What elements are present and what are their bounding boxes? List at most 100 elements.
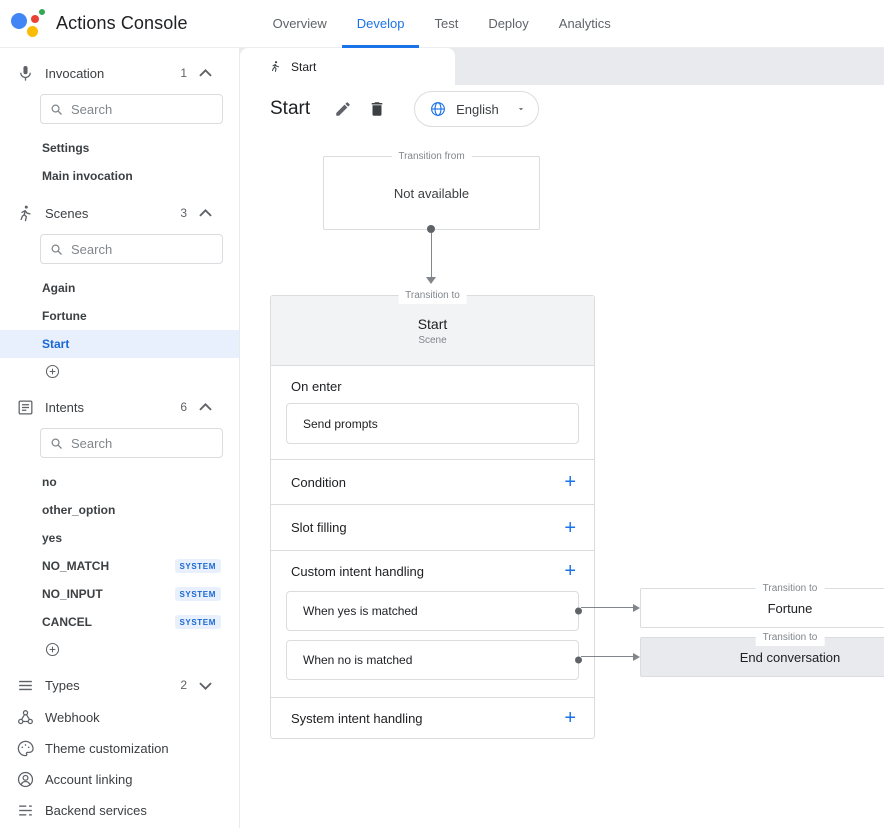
sidebar-item-no-match[interactable]: NO_MATCHSYSTEM	[0, 552, 239, 580]
search-icon	[49, 436, 64, 451]
sidebar-item-start[interactable]: Start	[0, 330, 239, 358]
system-badge: SYSTEM	[175, 559, 222, 573]
scenes-search[interactable]	[40, 234, 223, 264]
condition-row: Condition +	[271, 459, 594, 504]
chevron-up-icon[interactable]	[196, 398, 215, 417]
add-circle-icon[interactable]	[44, 641, 61, 658]
transition-target-end-conversation[interactable]: Transition to End conversation	[640, 637, 884, 677]
sidebar-item-yes[interactable]: yes	[0, 524, 239, 552]
sidebar-item-again[interactable]: Again	[0, 274, 239, 302]
custom-intent-label: Custom intent handling	[291, 564, 424, 579]
condition-label: Condition	[291, 475, 346, 490]
slot-filling-row: Slot filling +	[271, 504, 594, 550]
nav-develop[interactable]: Develop	[342, 0, 420, 48]
add-custom-intent-button[interactable]: +	[560, 561, 580, 581]
invocation-search-input[interactable]	[71, 102, 214, 117]
connector-dot	[575, 608, 582, 615]
scene-icon	[269, 60, 282, 73]
scene-card-subtitle: Scene	[418, 335, 446, 346]
assistant-logo[interactable]	[8, 5, 46, 43]
section-count: 1	[180, 66, 187, 80]
sidebar-section-invocation[interactable]: Invocation 1	[0, 56, 239, 90]
slot-filling-label: Slot filling	[291, 520, 347, 535]
sidebar: Invocation 1 Settings Main invocation Sc…	[0, 48, 240, 828]
handler-when-yes[interactable]: When yes is matched	[286, 591, 579, 631]
sidebar-item-other-option[interactable]: other_option	[0, 496, 239, 524]
transition-from-value: Not available	[394, 186, 469, 201]
add-slot-button[interactable]: +	[560, 518, 580, 538]
send-prompts-button[interactable]: Send prompts	[286, 403, 579, 444]
language-selector[interactable]: English	[414, 91, 539, 127]
section-count: 3	[180, 206, 187, 220]
connector-dot	[575, 657, 582, 664]
sidebar-item-webhook[interactable]: Webhook	[0, 702, 239, 733]
scene-title: Start	[270, 98, 310, 120]
scene-toolbar: Start English	[240, 85, 884, 133]
chevron-down-icon[interactable]	[196, 676, 215, 695]
tab-start[interactable]: Start	[240, 48, 455, 85]
sidebar-item-cancel[interactable]: CANCELSYSTEM	[0, 608, 239, 636]
sidebar-section-types[interactable]: Types 2	[0, 668, 239, 702]
intents-search-input[interactable]	[71, 436, 214, 451]
intents-icon	[16, 398, 35, 417]
system-badge: SYSTEM	[175, 615, 222, 629]
delete-button[interactable]	[368, 100, 386, 118]
add-condition-button[interactable]: +	[560, 472, 580, 492]
scene-card-header: Start Scene	[271, 296, 594, 366]
scene-icon	[16, 204, 35, 223]
scene-card-title: Start	[418, 316, 448, 332]
connector-dot	[427, 225, 435, 233]
chevron-up-icon[interactable]	[196, 64, 215, 83]
sidebar-item-fortune[interactable]: Fortune	[0, 302, 239, 330]
sidebar-item-backend-services[interactable]: Backend services	[0, 795, 239, 826]
nav-deploy[interactable]: Deploy	[473, 0, 543, 48]
add-system-intent-button[interactable]: +	[560, 708, 580, 728]
transition-from-label: Transition from	[391, 149, 471, 165]
scene-canvas: Transition from Not available Transition…	[240, 133, 884, 828]
connector-arrow-right	[581, 656, 638, 657]
nav-overview[interactable]: Overview	[258, 0, 342, 48]
connector-arrow-right	[581, 607, 638, 608]
section-count: 6	[180, 400, 187, 414]
scenes-search-input[interactable]	[71, 242, 214, 257]
target-title: End conversation	[740, 650, 840, 665]
sidebar-item-theme-customization[interactable]: Theme customization	[0, 733, 239, 764]
edit-button[interactable]	[334, 100, 352, 118]
section-label: Types	[45, 678, 80, 693]
add-circle-icon[interactable]	[44, 363, 61, 380]
on-enter-section: On enter Send prompts	[271, 366, 594, 459]
scene-card: Transition to Start Scene On enter Send …	[270, 295, 595, 739]
intents-search[interactable]	[40, 428, 223, 458]
section-label: Scenes	[45, 206, 88, 221]
transition-target-fortune[interactable]: Transition to Fortune	[640, 588, 884, 628]
invocation-search[interactable]	[40, 94, 223, 124]
sidebar-item-settings[interactable]: Settings	[0, 134, 239, 162]
dropdown-caret-icon	[516, 104, 526, 114]
globe-icon	[429, 100, 447, 118]
sidebar-item-no-input[interactable]: NO_INPUTSYSTEM	[0, 580, 239, 608]
sidebar-section-scenes[interactable]: Scenes 3	[0, 196, 239, 230]
add-intent-row	[0, 636, 239, 662]
system-intent-row: System intent handling +	[271, 697, 594, 738]
handler-when-no[interactable]: When no is matched	[286, 640, 579, 680]
search-icon	[49, 242, 64, 257]
sidebar-item-no[interactable]: no	[0, 468, 239, 496]
transition-to-label: Transition to	[398, 288, 467, 304]
backend-services-icon	[16, 801, 35, 820]
system-intent-label: System intent handling	[291, 711, 423, 726]
section-label: Invocation	[45, 66, 104, 81]
mic-icon	[16, 64, 35, 83]
pencil-icon	[334, 100, 352, 118]
app-header: Actions Console Overview Develop Test De…	[0, 0, 884, 48]
connector-arrow-down	[426, 277, 436, 284]
section-label: Intents	[45, 400, 84, 415]
sidebar-section-intents[interactable]: Intents 6	[0, 390, 239, 424]
on-enter-label: On enter	[286, 379, 579, 394]
transition-from-box: Transition from Not available	[323, 156, 540, 230]
sidebar-item-main-invocation[interactable]: Main invocation	[0, 162, 239, 190]
chevron-up-icon[interactable]	[196, 204, 215, 223]
sidebar-item-account-linking[interactable]: Account linking	[0, 764, 239, 795]
nav-test[interactable]: Test	[419, 0, 473, 48]
nav-analytics[interactable]: Analytics	[544, 0, 626, 48]
system-badge: SYSTEM	[175, 587, 222, 601]
